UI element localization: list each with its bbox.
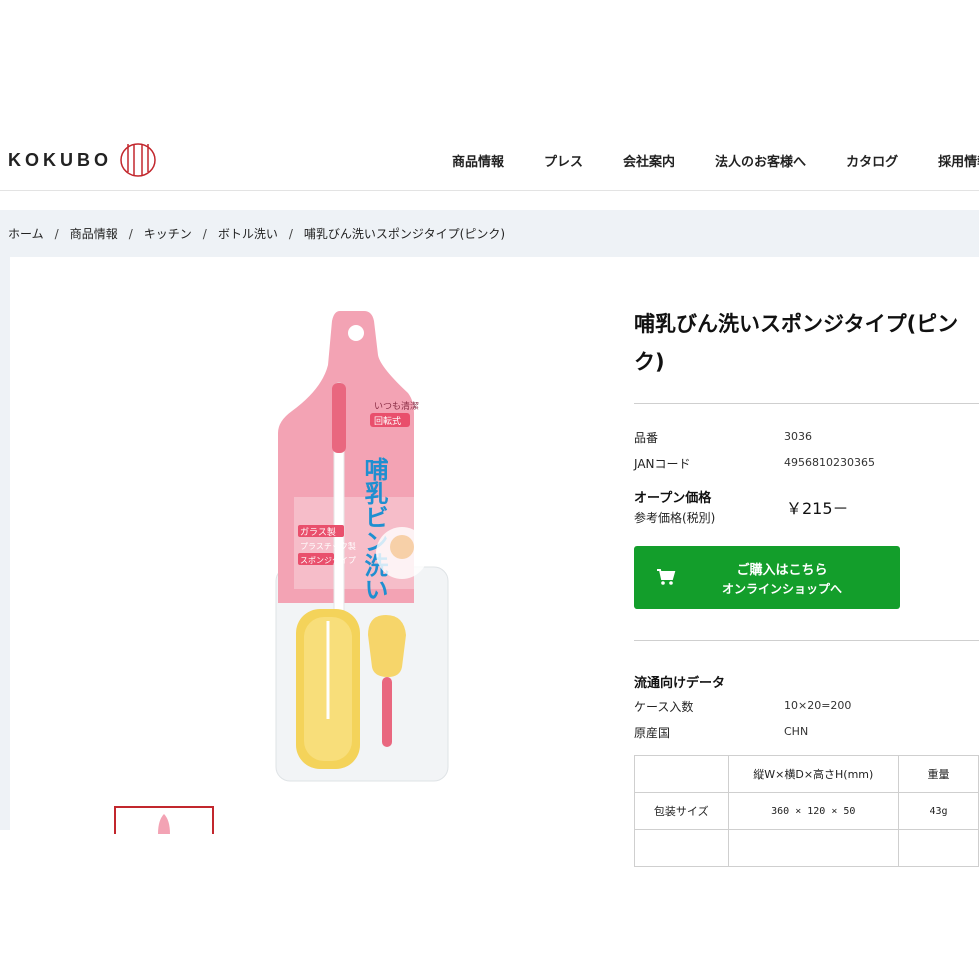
package-size-table: 縦W×横D×高さH(mm) 重量 包装サイズ 360 × 120 × 50 43… xyxy=(634,755,979,867)
breadcrumb-home[interactable]: ホーム xyxy=(8,227,44,241)
spec-label-case-quantity: ケース入数 xyxy=(634,700,694,714)
divider xyxy=(634,640,979,641)
table-header-cell: 縦W×横D×高さH(mm) xyxy=(727,755,900,793)
logo-text: KOKUBO xyxy=(8,149,112,170)
content-band: ホーム / 商品情報 / キッチン / ボトル洗い / 哺乳びん洗いスポンジタイプ(ピンク) い… xyxy=(0,210,979,867)
table-cell xyxy=(727,829,900,867)
spec-value-case-quantity: 10×20=200 xyxy=(784,699,852,712)
logo-mark-icon xyxy=(120,143,156,177)
table-cell: 43g xyxy=(898,792,979,830)
package-tag-glass: ガラス製 xyxy=(300,526,336,538)
package-big-text: 哺乳ビン洗い xyxy=(360,457,388,601)
nav-recruit[interactable]: 採用情報 xyxy=(938,151,979,170)
breadcrumb-separator: / xyxy=(128,227,133,241)
table-row: 包装サイズ 360 × 120 × 50 43g xyxy=(634,792,979,830)
open-price-label: オープン価格 xyxy=(634,491,712,506)
price: ￥215－ xyxy=(786,499,849,518)
table-cell xyxy=(898,829,979,867)
breadcrumb: ホーム / 商品情報 / キッチン / ボトル洗い / 哺乳びん洗いスポンジタイプ(ピンク) xyxy=(8,225,505,242)
package-tag-plastic: プラスチック製 xyxy=(300,541,356,551)
kokubo-logo[interactable]: KOKUBO xyxy=(8,142,158,178)
nav-products[interactable]: 商品情報 xyxy=(452,151,504,170)
spec-value-origin: CHN xyxy=(784,725,809,738)
buy-button-line2: オンラインショップへ xyxy=(721,582,842,596)
nav-corporate[interactable]: 法人のお客様へ xyxy=(715,151,806,170)
spec-label-item-number: 品番 xyxy=(634,431,659,445)
nav-catalog[interactable]: カタログ xyxy=(846,151,898,170)
main-nav: 商品情報 プレス 会社案内 法人のお客様へ カタログ 採用情報 xyxy=(452,151,979,170)
table-cell: 360 × 120 × 50 xyxy=(727,792,900,830)
product-panel: いつも清潔 回転式 哺乳ビン洗い ガラス製 プラスチック製 スポンジタイプ 哺乳… xyxy=(10,257,979,867)
breadcrumb-kitchen[interactable]: キッチン xyxy=(144,227,192,241)
nav-press[interactable]: プレス xyxy=(544,151,583,170)
package-badge: 回転式 xyxy=(374,415,401,427)
breadcrumb-current: 哺乳びん洗いスポンジタイプ(ピンク) xyxy=(303,227,505,241)
table-cell xyxy=(634,829,729,867)
spec-label-origin: 原産国 xyxy=(634,726,671,740)
distribution-title: 流通向けデータ xyxy=(634,676,726,691)
divider xyxy=(634,403,979,404)
product-title: 哺乳びん洗いスポンジタイプ(ピンク) xyxy=(634,312,959,374)
product-image[interactable]: いつも清潔 回転式 哺乳ビン洗い ガラス製 プラスチック製 スポンジタイプ xyxy=(274,309,452,785)
spec-label-jan: JANコード xyxy=(634,457,691,471)
table-row xyxy=(634,829,979,867)
breadcrumb-separator: / xyxy=(288,227,293,241)
table-header-cell xyxy=(634,755,729,793)
reference-price-label: 参考価格(税別) xyxy=(634,511,716,525)
site-header: KOKUBO 商品情報 プレス 会社案内 法人のお客様へ カタログ 採用情報 xyxy=(0,130,979,191)
table-cell: 包装サイズ xyxy=(634,792,729,830)
spec-value-item-number: 3036 xyxy=(784,430,812,443)
breadcrumb-separator: / xyxy=(202,227,207,241)
buy-online-button[interactable]: ご購入はこちら オンラインショップへ xyxy=(634,546,900,609)
product-thumbnail[interactable] xyxy=(114,806,214,834)
buy-button-line1: ご購入はこちら xyxy=(736,563,828,578)
table-header-row: 縦W×横D×高さH(mm) 重量 xyxy=(634,755,979,793)
package-tag-sponge: スポンジタイプ xyxy=(300,556,356,565)
thumbnail-image xyxy=(158,814,170,834)
breadcrumb-products[interactable]: 商品情報 xyxy=(70,227,118,241)
table-header-cell: 重量 xyxy=(898,755,979,793)
spec-value-jan: 4956810230365 xyxy=(784,456,875,469)
package-brand: いつも清潔 xyxy=(374,400,419,412)
breadcrumb-bottle-wash[interactable]: ボトル洗い xyxy=(218,227,278,241)
breadcrumb-separator: / xyxy=(54,227,59,241)
nav-company[interactable]: 会社案内 xyxy=(623,151,675,170)
